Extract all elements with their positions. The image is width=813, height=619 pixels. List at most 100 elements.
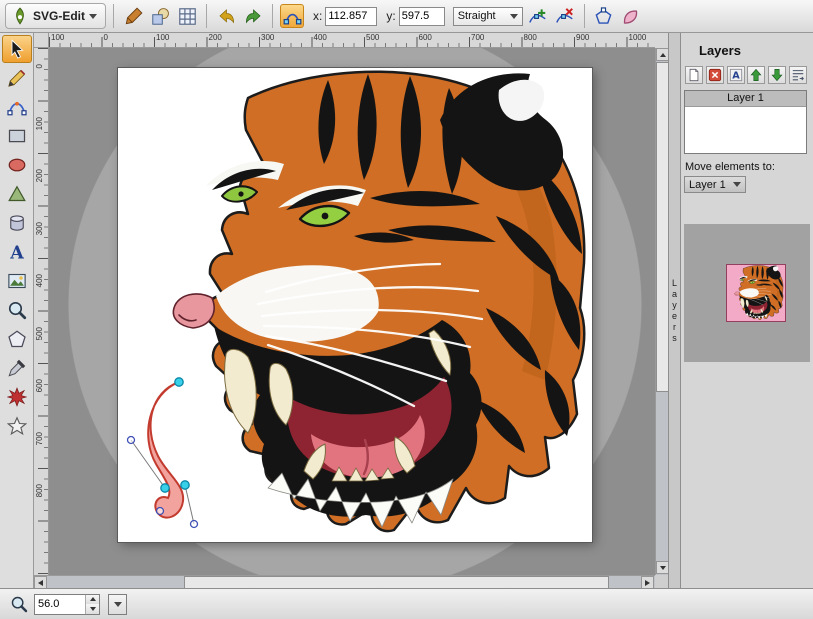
ruler-label: 100 xyxy=(156,33,169,42)
eyedropper-tool-button[interactable] xyxy=(2,354,32,382)
merge-layer-button[interactable] xyxy=(789,66,807,84)
delete-layer-button[interactable] xyxy=(706,66,724,84)
ruler-label: 800 xyxy=(524,33,537,42)
add-node-button[interactable] xyxy=(526,4,550,28)
zoom-dropdown-button[interactable] xyxy=(108,594,127,615)
left-tool-palette: A xyxy=(0,33,34,588)
polygon-tool-button[interactable] xyxy=(2,180,32,208)
toolbar-separator xyxy=(272,4,273,28)
top-toolbar: SVG-Edit x: y: Straight xyxy=(0,0,813,33)
ruler-label: 1000 xyxy=(629,33,647,42)
image-tool-button[interactable] xyxy=(2,267,32,295)
vertical-scrollbar[interactable] xyxy=(655,48,668,575)
layers-panel-toggle[interactable]: Layers xyxy=(668,33,681,588)
select-tool-button[interactable] xyxy=(2,35,32,63)
ruler-label: 900 xyxy=(576,33,589,42)
path-icon xyxy=(7,97,27,117)
layer-row[interactable]: Layer 1 xyxy=(685,91,806,107)
pentagon-tool-button[interactable] xyxy=(2,325,32,353)
ruler-label: 0 xyxy=(35,64,44,68)
ruler-label: 600 xyxy=(35,379,44,392)
rename-layer-icon: A xyxy=(729,68,743,82)
ruler-major-ticks xyxy=(49,37,655,47)
layer-list[interactable]: Layer 1 xyxy=(684,90,807,154)
move-layer-select[interactable]: Layer 1 xyxy=(684,176,746,193)
pen-icon-button[interactable] xyxy=(121,4,145,28)
grid-icon-button[interactable] xyxy=(175,4,199,28)
ellipse-tool-button[interactable] xyxy=(2,151,32,179)
arrow-right-icon xyxy=(645,580,650,586)
chevron-down-icon xyxy=(510,14,518,19)
layers-tab-letter: r xyxy=(673,322,676,332)
new-layer-icon xyxy=(687,68,701,82)
svg-canvas[interactable] xyxy=(118,68,592,542)
toolbar-separator xyxy=(584,4,585,28)
layers-panel-title: Layers xyxy=(699,43,813,58)
ruler-label: 0 xyxy=(104,33,108,42)
delete-node-button[interactable] xyxy=(553,4,577,28)
open-path-button[interactable] xyxy=(592,4,616,28)
zoom-tool-button[interactable] xyxy=(2,296,32,324)
zoom-increase-button[interactable] xyxy=(86,595,99,605)
star-tool-button[interactable] xyxy=(2,412,32,440)
ruler-label: 700 xyxy=(35,432,44,445)
segment-type-value: Straight xyxy=(458,10,496,22)
shape-library-icon xyxy=(7,213,27,233)
ruler-label: 200 xyxy=(209,33,222,42)
layers-tab-letter: s xyxy=(672,333,677,343)
add-subpath-button[interactable] xyxy=(619,4,643,28)
toolbar-separator xyxy=(113,4,114,28)
path-tool-button[interactable] xyxy=(2,93,32,121)
svg-edit-app: SVG-Edit x: y: Straight A 1000 100 200 300 4… xyxy=(0,0,813,619)
zoom-icon xyxy=(10,595,28,613)
new-layer-button[interactable] xyxy=(685,66,703,84)
segment-type-select[interactable]: Straight xyxy=(453,7,523,26)
ruler-label: 800 xyxy=(35,484,44,497)
ruler-label: 400 xyxy=(314,33,327,42)
move-layer-up-button[interactable] xyxy=(747,66,765,84)
ruler-label: 500 xyxy=(366,33,379,42)
scrollbar-corner xyxy=(655,575,668,588)
move-layer-down-button[interactable] xyxy=(768,66,786,84)
rectangle-tool-button[interactable] xyxy=(2,122,32,150)
layer-thumbnail xyxy=(726,264,786,322)
move-layer-down-icon xyxy=(770,68,784,82)
undo-button[interactable] xyxy=(214,4,238,28)
pencil-tool-button[interactable] xyxy=(2,64,32,92)
redo-button[interactable] xyxy=(241,4,265,28)
x-coordinate-input[interactable] xyxy=(325,7,377,26)
canvas-workspace xyxy=(49,48,655,575)
zoom-decrease-button[interactable] xyxy=(86,604,99,614)
arrow-up-icon xyxy=(660,53,666,57)
select-icon xyxy=(7,39,27,59)
ruler-corner xyxy=(34,33,49,48)
ruler-label: 200 xyxy=(35,169,44,182)
drawing-canvas[interactable] xyxy=(118,68,592,542)
move-layer-up-icon xyxy=(749,68,763,82)
ruler-label: 400 xyxy=(35,274,44,287)
ruler-label: 300 xyxy=(261,33,274,42)
ellipse-icon xyxy=(7,155,27,175)
y-coordinate-input[interactable] xyxy=(399,7,445,26)
arrow-left-icon xyxy=(38,580,43,586)
text-tool-button[interactable]: A xyxy=(2,238,32,266)
shape-icon-button[interactable] xyxy=(148,4,172,28)
zoom-input[interactable] xyxy=(35,595,85,614)
move-elements-label: Move elements to: xyxy=(685,161,813,173)
link-control-points-button[interactable] xyxy=(280,4,304,28)
horizontal-scrollbar[interactable] xyxy=(34,575,655,588)
layers-tab-letter: e xyxy=(672,311,677,321)
status-bar xyxy=(0,588,813,619)
image-icon xyxy=(7,271,27,291)
layers-tab-letter: y xyxy=(672,300,677,310)
starburst-tool-button[interactable] xyxy=(2,383,32,411)
eyedropper-icon xyxy=(7,358,27,378)
main-menu-button[interactable]: SVG-Edit xyxy=(5,3,106,29)
pencil-icon xyxy=(7,68,27,88)
shape-library-tool-button[interactable] xyxy=(2,209,32,237)
rename-layer-button[interactable]: A xyxy=(727,66,745,84)
y-coordinate-label: y: xyxy=(386,9,395,23)
ruler-label: 600 xyxy=(419,33,432,42)
arrow-up-icon xyxy=(90,597,96,601)
toolbar-separator xyxy=(206,4,207,28)
